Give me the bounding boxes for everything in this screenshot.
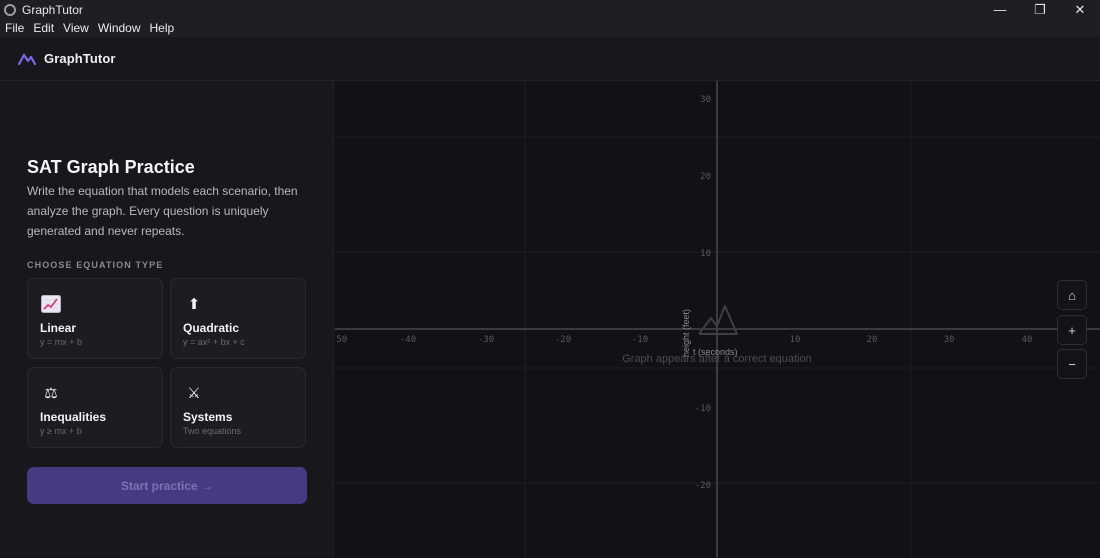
home-icon: ⌂ — [1068, 287, 1076, 303]
x-tick-label: 20 — [867, 335, 878, 345]
card-systems-title: Systems — [183, 410, 233, 424]
y-tick-labels: 30 20 10 -10 -20 — [695, 95, 711, 491]
y-tick-label: 30 — [700, 95, 711, 105]
x-tick-label: -20 — [555, 335, 571, 345]
brand-name: GraphTutor — [44, 51, 116, 66]
y-tick-label: -20 — [695, 481, 711, 491]
x-tick-label: 10 — [790, 335, 801, 345]
card-linear[interactable]: Linear y = mx + b — [27, 278, 163, 359]
card-inequalities[interactable]: ⚖ Inequalities y ≥ mx + b — [27, 367, 163, 448]
practice-panel: SAT Graph Practice Write the equation th… — [0, 81, 334, 558]
menu-help[interactable]: Help — [150, 21, 175, 35]
card-quadratic-title: Quadratic — [183, 321, 240, 335]
minimize-button[interactable]: — — [980, 0, 1020, 19]
card-systems[interactable]: ⚔ Systems Two equations — [170, 367, 306, 448]
card-systems-subtitle: Two equations — [183, 426, 242, 436]
menu-bar: File Edit View Window Help — [0, 19, 1100, 37]
x-tick-label: 40 — [1022, 335, 1033, 345]
x-tick-label: -10 — [632, 335, 648, 345]
title-bar: GraphTutor — ❐ ✕ — [0, 0, 1100, 19]
x-tick-label: -30 — [478, 335, 494, 345]
menu-window[interactable]: Window — [98, 21, 141, 35]
x-tick-label: 30 — [944, 335, 955, 345]
card-inequalities-subtitle: y ≥ mx + b — [40, 426, 82, 436]
card-quadratic-subtitle: y = ax² + bx + c — [183, 337, 245, 347]
menu-edit[interactable]: Edit — [33, 21, 54, 35]
restore-button[interactable]: ❐ — [1020, 0, 1060, 19]
graph-svg: -50 -40 -30 -20 -10 10 20 30 40 30 20 10… — [335, 81, 1100, 558]
y-tick-label: 10 — [700, 249, 711, 259]
minus-icon: − — [1068, 356, 1076, 372]
y-axis-label: height (feet) — [681, 309, 691, 357]
zoom-in-button[interactable]: + — [1057, 315, 1087, 345]
card-linear-title: Linear — [40, 321, 77, 335]
start-practice-button[interactable]: Start practice → — [27, 467, 307, 504]
card-linear-subtitle: y = mx + b — [40, 337, 83, 347]
window-controls: — ❐ ✕ — [980, 0, 1100, 19]
x-tick-label: -50 — [335, 335, 347, 345]
card-quadratic[interactable]: ⬆ Quadratic y = ax² + bx + c — [170, 278, 306, 359]
window-title: GraphTutor — [22, 2, 83, 17]
menu-file[interactable]: File — [5, 21, 24, 35]
section-label: CHOOSE EQUATION TYPE — [27, 260, 164, 270]
y-tick-label: -10 — [695, 404, 711, 414]
close-button[interactable]: ✕ — [1060, 0, 1100, 19]
zoom-out-button[interactable]: − — [1057, 349, 1087, 379]
reset-view-button[interactable]: ⌂ — [1057, 280, 1087, 310]
graphtutor-logo-icon — [18, 53, 36, 65]
card-inequalities-title: Inequalities — [40, 410, 107, 424]
x-tick-label: -40 — [400, 335, 416, 345]
page-description: Write the equation that models each scen… — [27, 184, 298, 238]
graph-placeholder-text: Graph appears after a correct equation — [622, 353, 812, 365]
graph-canvas[interactable]: -50 -40 -30 -20 -10 10 20 30 40 30 20 10… — [335, 81, 1100, 558]
up-arrow-icon: ⬆ — [187, 296, 201, 313]
app-icon — [4, 3, 16, 16]
app-header: GraphTutor — [0, 37, 1100, 81]
menu-view[interactable]: View — [63, 21, 89, 35]
chart-increasing-icon — [40, 294, 62, 314]
balance-scale-icon: ⚖ — [44, 385, 58, 402]
crossed-swords-icon: ⚔ — [187, 385, 201, 402]
page-title: SAT Graph Practice — [27, 157, 195, 177]
y-tick-label: 20 — [700, 172, 711, 182]
empty-graph-icon — [698, 305, 738, 335]
plus-icon: + — [1068, 322, 1076, 338]
